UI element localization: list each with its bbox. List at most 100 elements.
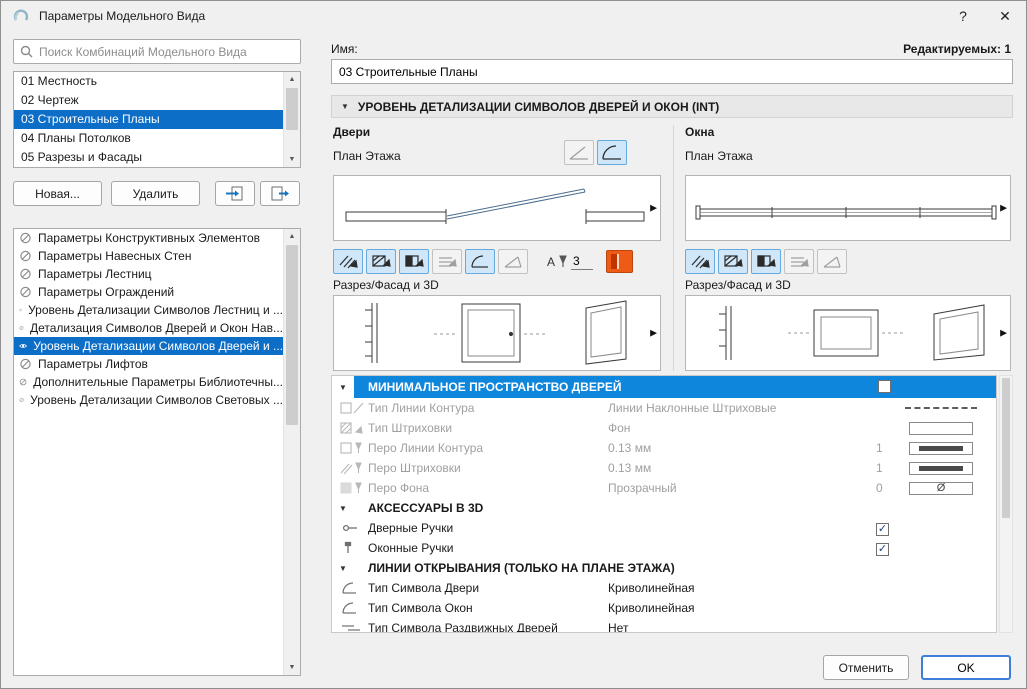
table-row: Дверные Ручки ✓	[332, 518, 996, 538]
combination-list-scrollbar[interactable]: ▲ ▼	[283, 72, 300, 167]
mvo-option-item[interactable]: Параметры Ограждений	[14, 283, 283, 301]
column-divider	[673, 125, 674, 371]
export-combination-button[interactable]	[260, 181, 300, 206]
scroll-down-icon[interactable]: ▼	[284, 660, 300, 675]
scroll-up-icon[interactable]: ▲	[284, 72, 300, 87]
table-header-min-door-space[interactable]: ▼ МИНИМАЛЬНОЕ ПРОСТРАНСТВО ДВЕРЕЙ	[332, 376, 996, 398]
combination-item-selected[interactable]: 03 Строительные Планы	[14, 110, 283, 129]
options-list-scrollbar[interactable]: ▲ ▼	[283, 229, 300, 675]
slashed-circle-icon	[19, 358, 32, 370]
search-input[interactable]: Поиск Комбинаций Модельного Вида	[13, 39, 301, 64]
scroll-down-icon[interactable]: ▼	[284, 152, 300, 167]
window-symbol-arc-icon	[340, 601, 368, 615]
preview-next-arrow[interactable]: ▶	[650, 328, 657, 339]
slashed-circle-icon	[19, 268, 32, 280]
window-halffill-pen-toggle[interactable]	[751, 249, 781, 274]
window-grid-pen-toggle[interactable]	[784, 249, 814, 274]
combination-item[interactable]: 02 Чертеж	[14, 91, 283, 110]
cancel-button[interactable]: Отменить	[823, 655, 909, 680]
preview-next-arrow[interactable]: ▶	[1000, 328, 1007, 339]
collapse-triangle-icon[interactable]: ▼	[339, 564, 347, 573]
table-section-opening-lines[interactable]: ▼ ЛИНИИ ОТКРЫВАНИЯ (ТОЛЬКО НА ПЛАНЕ ЭТАЖ…	[332, 558, 996, 578]
mvo-option-item[interactable]: Параметры Навесных Стен	[14, 247, 283, 265]
pen-preview-swatch[interactable]	[909, 442, 973, 455]
table-scrollbar[interactable]	[999, 375, 1013, 633]
window-opening-lines-toggle[interactable]	[817, 249, 847, 274]
combination-item[interactable]: 05 Разрезы и Фасады	[14, 148, 283, 167]
window-elevation-drawing	[686, 296, 1010, 370]
new-combination-button[interactable]: Новая...	[13, 181, 102, 206]
door-plan-drawing	[334, 176, 660, 240]
sliding-door-symbol-icon	[340, 621, 368, 633]
mvo-option-item[interactable]: Параметры Лифтов	[14, 355, 283, 373]
marker-color-highlight	[617, 254, 619, 269]
window-handles-checkbox[interactable]: ✓	[876, 543, 889, 556]
table-header-title: МИНИМАЛЬНОЕ ПРОСТРАНСТВО ДВЕРЕЙ	[368, 380, 621, 394]
door-arc-symbol-toggle[interactable]	[597, 140, 627, 165]
window-fill-type-toggle[interactable]	[718, 249, 748, 274]
mvo-option-item-selected[interactable]: Уровень Детализации Символов Дверей и ..…	[14, 337, 283, 355]
line-type-icon	[340, 401, 368, 415]
collapse-triangle-icon[interactable]: ▼	[339, 383, 347, 392]
fill-preview-swatch[interactable]	[909, 422, 973, 435]
delete-combination-button[interactable]: Удалить	[111, 181, 200, 206]
door-fill-type-toggle[interactable]	[366, 249, 396, 274]
mvo-settings-table: ▼ МИНИМАЛЬНОЕ ПРОСТРАНСТВО ДВЕРЕЙ Тип Ли…	[331, 375, 997, 633]
title-bar: Параметры Модельного Вида ? ✕	[1, 1, 1026, 31]
import-icon	[225, 185, 245, 202]
door-plan-display-toggles: A	[333, 249, 633, 274]
windows-title: Окна	[685, 125, 714, 139]
mvo-option-item[interactable]: Уровень Детализации Символов Лестниц и .…	[14, 301, 283, 319]
name-input[interactable]	[331, 59, 1013, 84]
scrollbar-thumb[interactable]	[286, 245, 298, 425]
dashed-line-preview[interactable]	[905, 407, 977, 409]
scrollbar-thumb[interactable]	[286, 88, 298, 130]
door-arc-opening-toggle[interactable]	[465, 249, 495, 274]
scrollbar-thumb[interactable]	[1002, 378, 1010, 518]
marker-color-button[interactable]	[606, 250, 633, 273]
close-button[interactable]: ✕	[984, 1, 1026, 31]
mvo-option-item[interactable]: Дополнительные Параметры Библиотечны...	[14, 373, 283, 391]
name-label: Имя:	[331, 42, 358, 56]
ok-button[interactable]: OK	[921, 655, 1011, 680]
app-logo-icon	[13, 8, 30, 25]
import-combination-button[interactable]	[215, 181, 255, 206]
door-opening-lines-toggle[interactable]	[498, 249, 528, 274]
door-handles-checkbox[interactable]: ✓	[876, 523, 889, 536]
mvo-option-item[interactable]: Уровень Детализации Символов Световых ..…	[14, 391, 283, 409]
preview-next-arrow[interactable]: ▶	[1000, 203, 1007, 214]
help-button[interactable]: ?	[942, 1, 984, 31]
search-placeholder: Поиск Комбинаций Модельного Вида	[39, 45, 247, 59]
mvo-option-item[interactable]: Детализация Символов Дверей и Окон Нав..…	[14, 319, 283, 337]
combination-item[interactable]: 04 Планы Потолков	[14, 129, 283, 148]
collapse-triangle-icon[interactable]: ▼	[339, 504, 347, 513]
door-straight-symbol-toggle[interactable]	[564, 140, 594, 165]
table-row: Перо Линии Контура 0.13 мм 1	[332, 438, 996, 458]
door-hatch-pen-toggle[interactable]	[333, 249, 363, 274]
table-row: Перо Штриховки 0.13 мм 1	[332, 458, 996, 478]
pen-number-input[interactable]	[571, 254, 593, 270]
empty-pen-swatch[interactable]: Ø	[909, 482, 973, 495]
mvo-option-item[interactable]: Параметры Конструктивных Элементов	[14, 229, 283, 247]
door-symbol-type-toggles	[564, 140, 627, 165]
panel-section-header[interactable]: ▼ УРОВЕНЬ ДЕТАЛИЗАЦИИ СИМВОЛОВ ДВЕРЕЙ И …	[331, 95, 1013, 118]
fill-type-icon	[340, 421, 368, 435]
collapse-triangle-icon[interactable]: ▼	[341, 102, 349, 111]
pen-preview-swatch[interactable]	[909, 462, 973, 475]
table-section-accessories[interactable]: ▼ АКСЕССУАРЫ В 3D	[332, 498, 996, 518]
window-elevation-preview: ▶	[685, 295, 1011, 371]
table-row: Тип Символа Двери Криволинейная	[332, 578, 996, 598]
door-halffill-pen-toggle[interactable]	[399, 249, 429, 274]
contour-pen-icon	[340, 441, 368, 455]
panel-section-title: УРОВЕНЬ ДЕТАЛИЗАЦИИ СИМВОЛОВ ДВЕРЕЙ И ОК…	[358, 100, 719, 114]
windows-plan-label: План Этажа	[685, 149, 753, 163]
doors-elev-label: Разрез/Фасад и 3D	[333, 278, 439, 292]
scroll-up-icon[interactable]: ▲	[284, 229, 300, 244]
mvo-option-item[interactable]: Параметры Лестниц	[14, 265, 283, 283]
door-grid-pen-toggle[interactable]	[432, 249, 462, 274]
preview-next-arrow[interactable]: ▶	[650, 203, 657, 214]
min-door-space-checkbox[interactable]	[878, 380, 891, 393]
pen-nib-icon	[557, 254, 569, 269]
combination-item[interactable]: 01 Местность	[14, 72, 283, 91]
window-hatch-pen-toggle[interactable]	[685, 249, 715, 274]
